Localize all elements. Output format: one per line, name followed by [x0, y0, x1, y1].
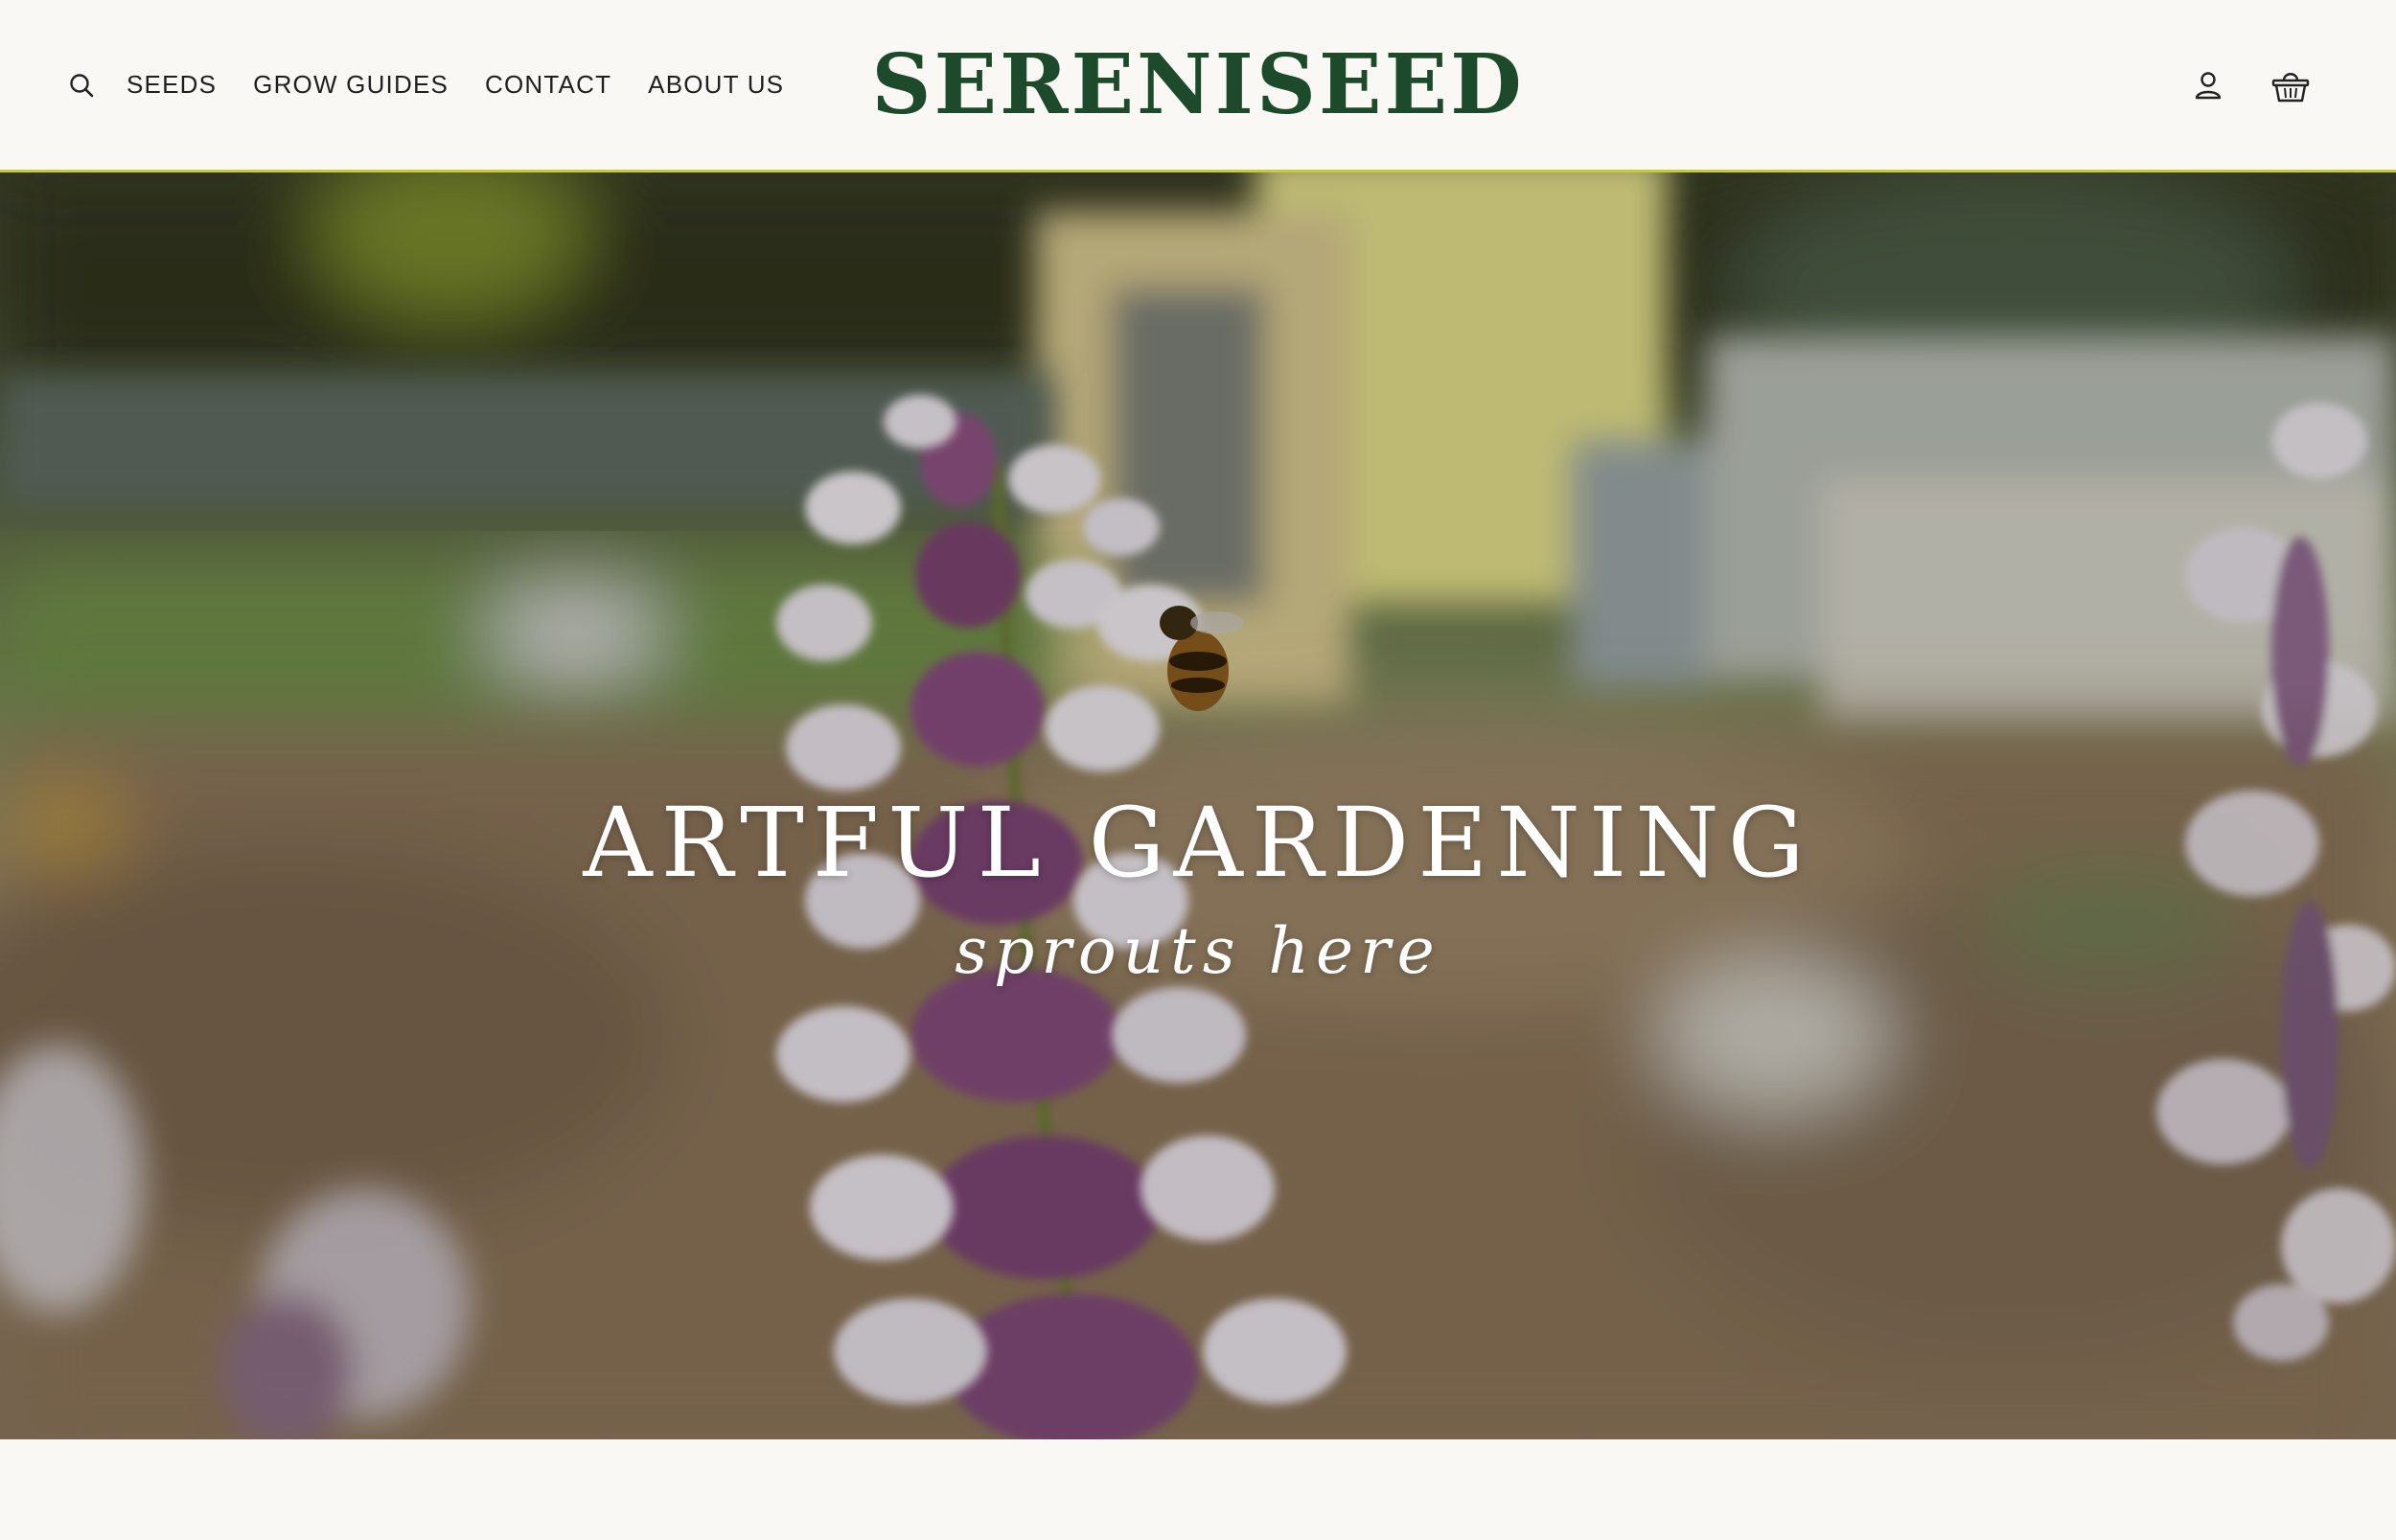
nav-list: SEEDS GROW GUIDES CONTACT ABOUT US — [127, 70, 820, 100]
hero-title: ARTFUL GARDENING — [583, 787, 1813, 899]
site-logo[interactable]: SERENISEED — [871, 36, 1521, 133]
nav-link-about-us[interactable]: ABOUT US — [648, 70, 784, 100]
site-header: SEEDS GROW GUIDES CONTACT ABOUT US SEREN… — [0, 0, 2396, 172]
page: SEEDS GROW GUIDES CONTACT ABOUT US SEREN… — [0, 0, 2396, 1540]
hero-banner: ARTFUL GARDENING sprouts here — [0, 172, 2396, 1439]
nav-link-contact[interactable]: CONTACT — [485, 70, 611, 100]
nav-link-seeds[interactable]: SEEDS — [127, 70, 217, 100]
header-actions — [2189, 0, 2310, 170]
hero-subtitle: sprouts here — [955, 914, 1441, 988]
primary-nav: SEEDS GROW GUIDES CONTACT ABOUT US — [67, 0, 820, 170]
nav-link-grow-guides[interactable]: GROW GUIDES — [253, 70, 449, 100]
user-icon[interactable] — [2189, 66, 2227, 104]
below-hero-section — [0, 1439, 2396, 1540]
search-icon[interactable] — [67, 71, 96, 100]
basket-icon[interactable] — [2271, 66, 2310, 104]
